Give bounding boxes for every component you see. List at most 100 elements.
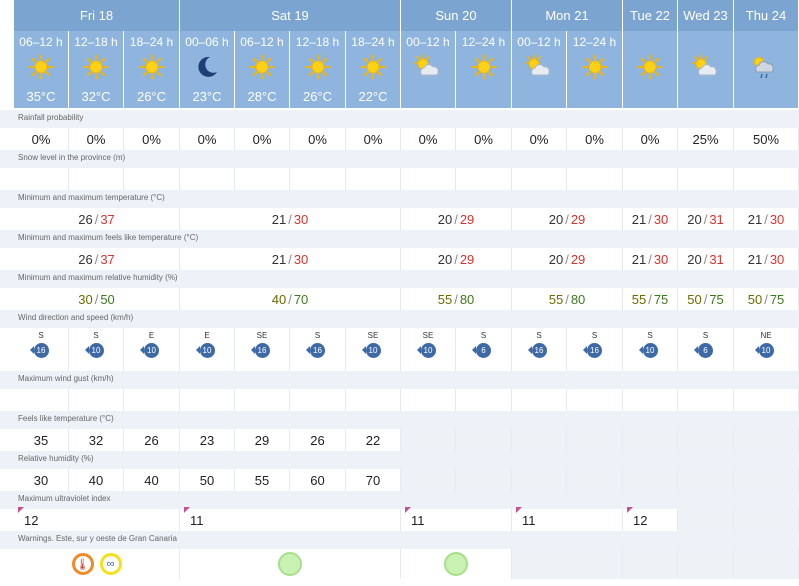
gust-cell (69, 389, 124, 411)
sun-cloud-icon (523, 54, 555, 83)
wind-speed-badge: 16 (29, 343, 49, 358)
uv-cell (678, 509, 734, 531)
section-uv: Maximum ultraviolet index (0, 491, 799, 509)
wind-direction: S (480, 331, 487, 340)
rainfall-value: 0% (529, 131, 549, 147)
temperature-cell: 21/30 (623, 208, 678, 230)
wind-arrow-icon (140, 346, 144, 354)
wind-cell: S 16 (14, 328, 69, 371)
sun-icon (28, 54, 54, 83)
snow-cell (346, 168, 401, 190)
wind-cell: SE 16 (235, 328, 290, 371)
period-column: 18–24 h 26°C (124, 31, 180, 108)
uv-cell: 11 (512, 506, 623, 531)
wind-arrow-icon (583, 346, 587, 354)
temperature-cell: 21/30 (180, 208, 401, 230)
wind-direction: E (204, 331, 210, 340)
uv-flag-icon (516, 506, 522, 513)
value-min: 20 (437, 251, 453, 267)
wind-direction: S (536, 331, 542, 340)
snow-cell (401, 168, 456, 190)
gust-cell (734, 389, 799, 411)
feels-minmax-cell: 20/29 (401, 248, 512, 270)
humidity-cell: 50 (180, 469, 235, 491)
sun-icon (637, 54, 663, 83)
value-max: 50 (100, 291, 115, 307)
period-column (734, 31, 799, 108)
period-column (623, 31, 678, 108)
rainfall-cell: 0% (69, 128, 124, 150)
humidity-cell (456, 469, 512, 491)
wind-warning-icon[interactable]: ∞ (99, 553, 122, 575)
humidity-cell: 55 (235, 469, 290, 491)
humidity-minmax-cell: 55/75 (623, 288, 678, 310)
wind-speed: 16 (534, 346, 544, 355)
feels-cell: 35 (14, 429, 69, 451)
value-max: 75 (653, 291, 669, 307)
day-label: Wed 23 (683, 8, 728, 23)
slash-separator: / (703, 251, 708, 267)
slash-separator: / (648, 211, 652, 227)
wind-arrow-icon (195, 346, 200, 354)
slash-separator: / (764, 251, 768, 267)
heat-warning-icon[interactable]: 🌡 (71, 553, 94, 575)
temperature-cell: 26/37 (14, 208, 180, 230)
wind-arrow-icon (361, 346, 366, 354)
value-max: 30 (769, 211, 785, 227)
period-column: 00–12 h (512, 31, 567, 108)
no-warning-icon[interactable] (278, 552, 302, 576)
value-min: 21 (631, 251, 647, 267)
no-warning-icon[interactable] (444, 552, 468, 576)
wind-cell: S 10 (69, 328, 124, 371)
rainfall-cell: 0% (290, 128, 346, 150)
gust-cell (14, 389, 69, 411)
slash-separator: / (565, 251, 569, 267)
day-header-sun: Sun 20 (401, 0, 512, 31)
value-min: 21 (631, 211, 647, 227)
wind-cell: NE 10 (734, 328, 799, 371)
value-min: 20 (687, 251, 702, 267)
humidity-cell (678, 469, 734, 491)
day-label: Mon 21 (545, 8, 589, 23)
value-max: 37 (100, 251, 115, 267)
period-label: 06–12 h (240, 35, 284, 49)
gust-cell (346, 389, 401, 411)
feels-value: 23 (199, 432, 215, 448)
wind-arrow-icon (29, 346, 34, 354)
humidity-cell: 70 (346, 469, 401, 491)
wind-speed-badge: 6 (472, 343, 491, 358)
gust-cell (678, 389, 734, 411)
value-max: 29 (459, 251, 475, 267)
slash-separator: / (648, 291, 652, 307)
wind-cell: SE 10 (346, 328, 401, 371)
period-label: 12–18 h (295, 35, 340, 49)
uv-cell (734, 509, 799, 531)
wind-speed: 16 (36, 346, 46, 355)
rainfall-cell: 0% (124, 128, 180, 150)
feels-cell: 23 (180, 429, 235, 451)
wind-arrow-icon (84, 346, 89, 354)
wind-direction: NE (760, 331, 772, 340)
uv-number: 11 (522, 512, 536, 528)
value-max: 31 (709, 211, 724, 227)
feels-cell: 26 (290, 429, 346, 451)
humidity-value: 30 (33, 472, 49, 488)
rainfall-value: 0% (31, 131, 51, 147)
value-max: 75 (769, 291, 785, 307)
period-column: 12–18 h 26°C (290, 31, 346, 108)
section-snow: Snow level in the province (m) (0, 150, 799, 168)
uv-value: 12 (627, 506, 647, 528)
day-label: Sun 20 (435, 8, 477, 23)
humidity-cell: 40 (124, 469, 180, 491)
wind-direction: S (38, 331, 44, 340)
feels-cell (678, 429, 734, 451)
feels-cell (401, 429, 456, 451)
slash-separator: / (764, 291, 768, 307)
value-min: 21 (271, 251, 287, 267)
rainfall-cell: 25% (678, 128, 734, 150)
period-column: 00–06 h 23°C (180, 31, 235, 108)
wind-speed-badge: 16 (250, 343, 270, 358)
wind-speed-badge: 10 (638, 343, 658, 358)
uv-flag-icon (627, 506, 633, 513)
value-max: 80 (459, 291, 475, 307)
